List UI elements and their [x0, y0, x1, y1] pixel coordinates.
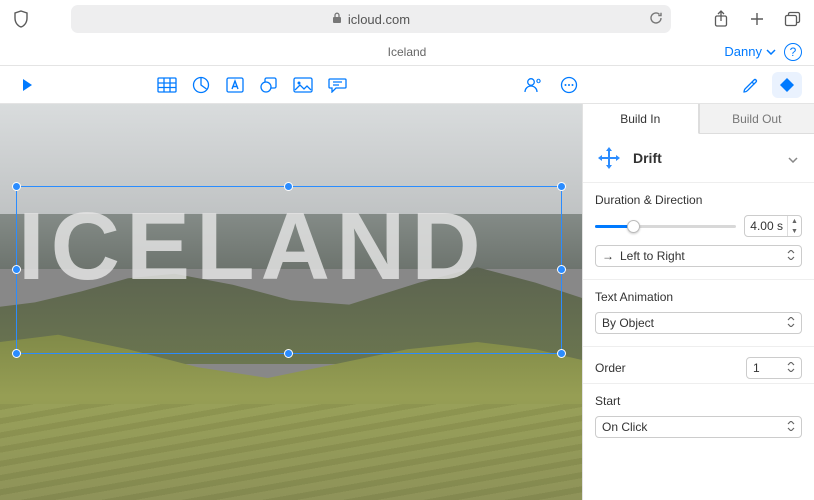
slide-bg-stripes	[0, 404, 582, 500]
chevron-down-icon	[787, 316, 795, 330]
resize-handle-tr[interactable]	[557, 182, 566, 191]
chevron-down-icon	[787, 420, 795, 434]
more-icon[interactable]	[554, 71, 584, 99]
refresh-icon[interactable]	[649, 11, 663, 28]
resize-handle-ml[interactable]	[12, 265, 21, 274]
start-value: On Click	[602, 420, 647, 434]
browser-chrome: icloud.com	[0, 0, 814, 38]
play-button[interactable]	[12, 71, 42, 99]
start-select[interactable]: On Click	[595, 416, 802, 438]
duration-value: 4.00 s	[745, 219, 787, 233]
selection-box[interactable]	[16, 186, 562, 354]
duration-section: Duration & Direction 4.00 s ▲▼ → Left to…	[583, 183, 814, 280]
tab-build-in[interactable]: Build In	[583, 104, 699, 134]
inspector-tabs: Build In Build Out	[583, 104, 814, 134]
text-animation-value: By Object	[602, 316, 654, 330]
order-select[interactable]: 1	[746, 357, 802, 379]
resize-handle-tl[interactable]	[12, 182, 21, 191]
help-icon[interactable]: ?	[784, 43, 802, 61]
animate-diamond-icon[interactable]	[772, 72, 802, 98]
effect-chevron-icon[interactable]	[784, 149, 802, 168]
duration-stepper[interactable]: ▲▼	[787, 216, 801, 236]
order-section: Order 1	[583, 347, 814, 384]
format-brush-icon[interactable]	[734, 72, 764, 98]
drift-effect-icon	[595, 144, 623, 172]
tabs-overview-icon[interactable]	[782, 8, 804, 30]
comment-insert-icon[interactable]	[322, 71, 352, 99]
direction-select[interactable]: → Left to Right	[595, 245, 802, 267]
text-insert-icon[interactable]	[220, 71, 250, 99]
direction-value: Left to Right	[620, 249, 685, 263]
url-text: icloud.com	[348, 12, 410, 27]
duration-label: Duration & Direction	[595, 193, 802, 207]
effect-name: Drift	[633, 150, 662, 166]
lock-icon	[332, 12, 342, 27]
share-icon[interactable]	[710, 8, 732, 30]
user-menu[interactable]: Danny	[724, 44, 776, 59]
resize-handle-bm[interactable]	[284, 349, 293, 358]
start-label: Start	[595, 394, 802, 408]
title-row: Iceland Danny ?	[0, 38, 814, 66]
user-name: Danny	[724, 44, 762, 59]
duration-slider[interactable]	[595, 225, 736, 228]
resize-handle-br[interactable]	[557, 349, 566, 358]
tab-build-out[interactable]: Build Out	[699, 104, 814, 134]
chevron-down-icon	[766, 49, 776, 55]
order-value: 1	[753, 361, 760, 375]
text-animation-select[interactable]: By Object	[595, 312, 802, 334]
main-area: ICELAND Build In Build Out Drift	[0, 104, 814, 500]
slide-canvas[interactable]: ICELAND	[0, 104, 582, 500]
effect-row[interactable]: Drift	[583, 134, 814, 183]
resize-handle-bl[interactable]	[12, 349, 21, 358]
resize-handle-mr[interactable]	[557, 265, 566, 274]
chart-insert-icon[interactable]	[186, 71, 216, 99]
text-animation-label: Text Animation	[595, 290, 802, 304]
address-bar[interactable]: icloud.com	[71, 5, 671, 33]
chevron-down-icon	[787, 249, 795, 263]
document-title: Iceland	[0, 45, 814, 59]
inspector-panel: Build In Build Out Drift Duration & Dire…	[582, 104, 814, 500]
direction-arrow-icon: →	[602, 249, 614, 263]
start-section: Start On Click	[583, 384, 814, 450]
privacy-report-icon[interactable]	[10, 8, 32, 30]
chevron-down-icon	[787, 361, 795, 375]
shape-insert-icon[interactable]	[254, 71, 284, 99]
resize-handle-tm[interactable]	[284, 182, 293, 191]
toolbar	[0, 66, 814, 104]
slider-thumb[interactable]	[627, 220, 640, 233]
new-tab-icon[interactable]	[746, 8, 768, 30]
order-label: Order	[595, 361, 626, 375]
table-insert-icon[interactable]	[152, 71, 182, 99]
collaborate-icon[interactable]	[518, 71, 548, 99]
text-animation-section: Text Animation By Object	[583, 280, 814, 347]
image-insert-icon[interactable]	[288, 71, 318, 99]
duration-field[interactable]: 4.00 s ▲▼	[744, 215, 802, 237]
